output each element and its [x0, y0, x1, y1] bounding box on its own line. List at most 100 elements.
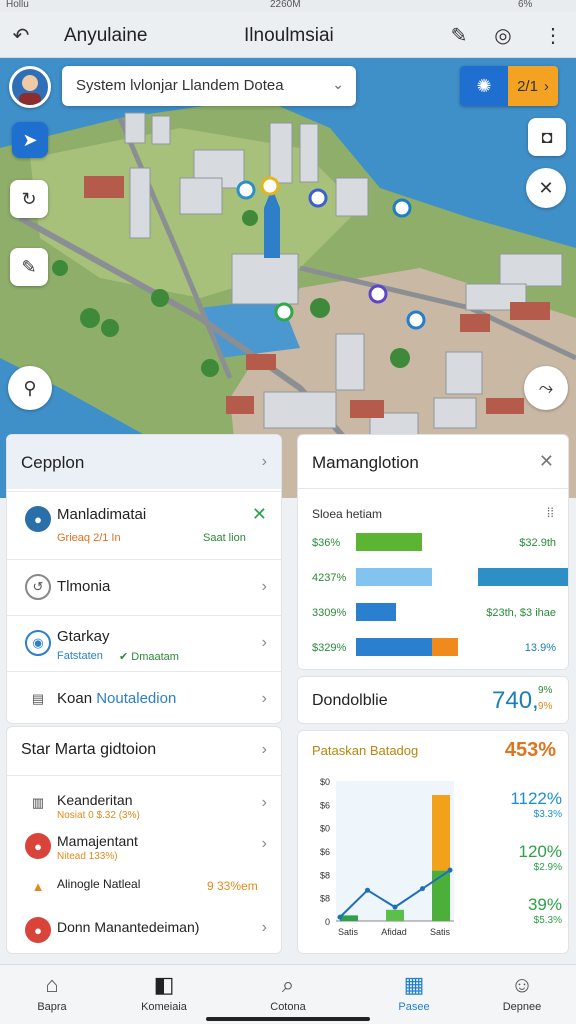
list-item-label: Gtarkay [57, 628, 110, 645]
carrier-label: Hollu [6, 0, 29, 10]
layers-icon[interactable]: ✕ [526, 168, 566, 208]
close-icon[interactable]: ✕ [539, 451, 554, 472]
avatar[interactable] [9, 66, 51, 108]
edit-icon[interactable]: ✎ [446, 22, 472, 48]
bar [356, 568, 432, 586]
list-item-label: Mamajentant [57, 833, 138, 849]
metric-sub: $3.3% [533, 809, 562, 820]
grid-icon[interactable]: ⁞⁞ [547, 505, 554, 520]
nav-label: Depnee [502, 1001, 542, 1013]
bar [356, 603, 396, 621]
list-item-label: Alinogle Natleal [57, 877, 141, 891]
list-item-status: ✔ Dmaatam [119, 651, 179, 663]
management-panel-title: Star Marta gidtoion [21, 741, 157, 758]
chevron-right-icon: › [261, 794, 267, 811]
bar-right-label: 13.9% [525, 642, 556, 654]
y-tick-label: $0 [320, 777, 330, 787]
metric-value: 120% [518, 842, 562, 861]
list-item[interactable]: ◉ Gtarkay Fatstaten ✔ Dmaatam › [7, 615, 281, 671]
x-tick-label: Afidad [381, 927, 407, 937]
bar-left-label: 4237% [312, 572, 346, 584]
warning-icon: ▲ [31, 878, 45, 894]
nav-item-search[interactable]: ⌕ Cotona [238, 971, 338, 1013]
chart-panel-header: Mamanglotion ✕ [298, 435, 568, 489]
bar [432, 638, 458, 656]
close-icon[interactable]: ✕ [252, 504, 267, 525]
management-panel-header[interactable]: Star Marta gidtoion › [7, 727, 281, 773]
draw-icon[interactable]: ✎ [10, 248, 48, 286]
bar [340, 915, 358, 921]
pin-icon[interactable]: ⚲ [8, 366, 52, 410]
list-item-value: 9 33%em [207, 879, 258, 893]
refresh-icon[interactable]: ↻ [10, 180, 48, 218]
route-icon[interactable]: ⤳ [524, 366, 568, 410]
horizontal-bar-chart: $36% $32.9th 4237% 3309% $23th, $3 ihae $329%… [312, 533, 568, 656]
bar [432, 795, 450, 871]
list-item-sub: Grieaq 2/1 In [57, 532, 121, 544]
analysis-panel: Pataskan Batadog 453% $0 $6 $0 $6 $8 $8 0 Satis… [297, 730, 569, 954]
list-item[interactable]: ● Donn Manantedeiman) › [7, 907, 281, 955]
list-item[interactable]: ↺ Tlmonia › [7, 559, 281, 615]
settings-icon[interactable]: ◎ [490, 22, 516, 48]
compass-icon: ✺ [460, 66, 508, 106]
bar-left-label: $36% [312, 537, 340, 549]
chevron-right-icon: › [261, 453, 267, 470]
chevron-right-icon: › [261, 741, 267, 758]
summary-panel[interactable]: Dondolblie 740, 9% 9% [297, 676, 569, 724]
camera-icon[interactable]: ◘ [528, 118, 566, 156]
city-map[interactable] [0, 58, 576, 498]
management-panel: Star Marta gidtoion › ▥ Keanderitan Nosi… [6, 726, 282, 954]
right-values-list: 1122% $3.3% 120% $2.9% 39% $5.3% [482, 789, 562, 948]
map-icon: ◧ [153, 972, 175, 997]
history-icon: ↺ [25, 574, 51, 600]
nav-item-profile[interactable]: ☺ Depnee [472, 971, 572, 1013]
list-item-label: Keanderitan [57, 792, 133, 808]
list-item[interactable]: ▲ Alinogle Natleal 9 33%em [7, 867, 281, 907]
fruit-icon: ● [25, 833, 51, 859]
fruit-icon: ● [25, 917, 51, 943]
search-input[interactable]: System lvlonjar Llandem Dotea ⌄ [62, 66, 356, 106]
nav-item-home[interactable]: ⌂ Bapra [2, 971, 102, 1013]
analysis-headline: 453% [504, 739, 556, 761]
analysis-title: Pataskan Batadog [312, 743, 419, 758]
chart-panel-title: Mamanglotion [312, 453, 419, 472]
list-item[interactable]: ▥ Keanderitan Nosiat 0 $.32 (3%) › [7, 775, 281, 823]
chevron-down-icon[interactable]: ⌄ [332, 76, 344, 93]
bar-right-label: $23th, $3 ihae [486, 607, 556, 619]
metric-item: 120% $2.9% [482, 842, 562, 873]
metric-sub: $2.9% [533, 862, 562, 873]
more-icon[interactable]: ⋮ [540, 22, 566, 48]
list-item-label: Donn Manantedeiman) [57, 919, 200, 935]
bar [432, 870, 450, 921]
location-badge-button[interactable]: ✺ 2/1 › [460, 66, 558, 106]
nav-label: Pasee [398, 1001, 430, 1013]
clock-label: 2260M [270, 0, 301, 10]
back-icon[interactable]: ↶ [8, 22, 34, 48]
bar-left-label: 3309% [312, 607, 346, 619]
summary-pct-2: 9% [538, 701, 553, 712]
badge-value: 2/1 [517, 77, 538, 95]
chevron-right-icon: › [261, 690, 267, 707]
list-item[interactable]: ▤ Koan Noutaledion › [7, 671, 281, 725]
y-tick-label: $8 [320, 894, 330, 904]
line-point [337, 914, 343, 920]
list-item-label: Koan [57, 690, 93, 707]
bar [356, 533, 422, 551]
location-icon: ◉ [25, 630, 51, 656]
nav-item-map[interactable]: ◧ Komeiaia [114, 971, 214, 1013]
navigate-icon[interactable]: ➤ [12, 122, 48, 158]
list-item[interactable]: ● Mamajentant Nitead 133%) › [7, 823, 281, 867]
nav-label: Komeiaia [141, 1001, 187, 1013]
explore-panel-header[interactable]: Cepplon › [7, 435, 281, 489]
metric-item: 1122% $3.3% [482, 789, 562, 820]
list-item[interactable]: ● Manladimatai Grieaq 2/1 In Saat lion ✕ [7, 491, 281, 559]
nav-item-calendar[interactable]: ▦ Pasee [364, 971, 464, 1013]
list-item-accent: Noutaledion [96, 690, 177, 707]
combo-chart: $0 $6 $0 $6 $8 $8 0 Satis Afidad Satis [320, 777, 454, 937]
explore-panel: Cepplon › ● Manladimatai Grieaq 2/1 In S… [6, 434, 282, 724]
search-icon: ⌕ [281, 972, 295, 997]
page-title: Ilnoulmsiai [244, 25, 334, 46]
y-tick-label: 0 [325, 917, 330, 927]
clipboard-icon: ▤ [31, 691, 45, 706]
bar-left-label: $329% [312, 642, 346, 654]
